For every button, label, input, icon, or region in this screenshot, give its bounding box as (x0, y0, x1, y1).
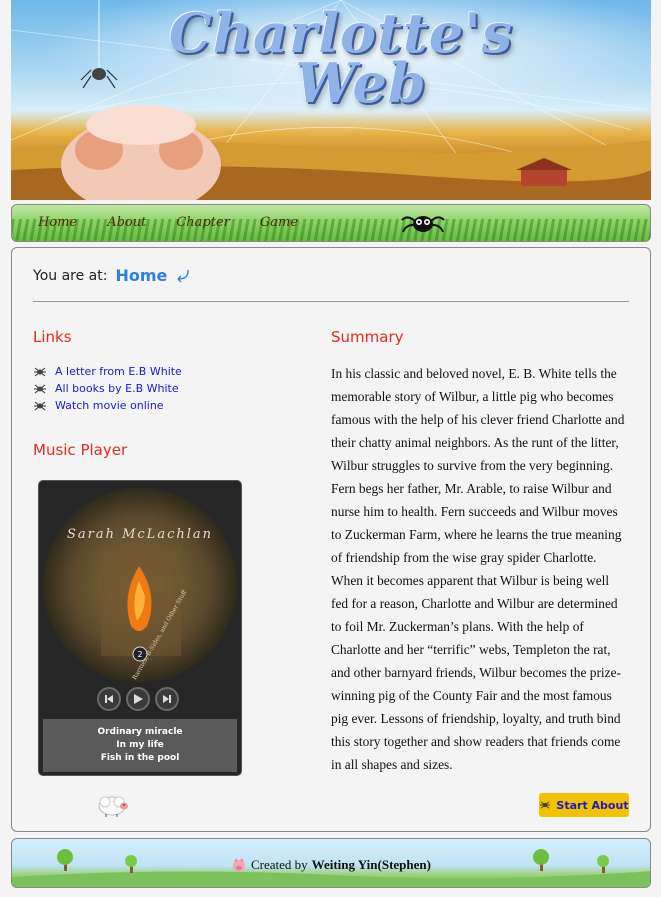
list-item: Watch movie online (33, 397, 182, 414)
album-artist-text: Sarah McLachlan (67, 527, 213, 542)
play-button[interactable] (126, 687, 150, 711)
summary-heading: Summary (331, 328, 404, 346)
logo-line-2: Web (295, 51, 427, 115)
breadcrumb-divider (33, 301, 629, 302)
return-arrow-icon (177, 269, 190, 282)
header-banner: Charlotte's Web (11, 0, 651, 200)
breadcrumb-prefix: You are at: (33, 267, 108, 284)
footer-credit: Created by Weiting Yin(Stephen) (12, 857, 650, 873)
sheep-icon (98, 796, 128, 817)
skip-forward-icon (163, 695, 171, 703)
start-about-button[interactable]: Start About (539, 793, 629, 817)
nav-link-home[interactable]: Home (38, 215, 77, 230)
spider-icon (540, 801, 551, 809)
spider-bullet-icon (34, 401, 46, 410)
list-item: A letter from E.B White (33, 363, 182, 380)
pig-icon (233, 858, 245, 872)
play-icon (134, 694, 143, 704)
summary-text: In his classic and beloved novel, E. B. … (331, 366, 625, 772)
site-logo-title: Charlotte's Web (131, 6, 551, 115)
skip-back-icon (105, 695, 113, 703)
spider-bullet-icon (34, 384, 46, 393)
playlist-track[interactable]: Fish in the pool (43, 752, 237, 765)
spider-bullet-icon (34, 367, 46, 376)
links-list: A letter from E.B White All books by E.B… (33, 363, 182, 414)
link-letter-from-eb-white[interactable]: A letter from E.B White (55, 365, 182, 378)
music-player-heading: Music Player (33, 441, 128, 459)
main-nav: Home About Chapter Game (11, 204, 651, 242)
link-watch-movie-online[interactable]: Watch movie online (55, 399, 164, 412)
footer: Created by Weiting Yin(Stephen) (11, 838, 651, 888)
playlist: Ordinary miracle In my life Fish in the … (43, 719, 237, 772)
album-cover: Sarah McLachlan 2 Rarities, B-Sides, and… (43, 488, 237, 682)
nav-items: Home About Chapter Game (38, 215, 328, 230)
breadcrumb-home-link[interactable]: Home (115, 266, 167, 285)
spider-icon (401, 216, 445, 233)
nav-link-game[interactable]: Game (260, 215, 298, 230)
content-panel: You are at: Home Links A letter from E.B… (11, 247, 651, 832)
next-button[interactable] (155, 687, 179, 711)
start-about-label: Start About (556, 798, 629, 812)
breadcrumb: You are at: Home (33, 266, 191, 285)
nav-link-about[interactable]: About (107, 215, 146, 230)
list-item: All books by E.B White (33, 380, 182, 397)
playlist-track[interactable]: In my life (43, 739, 237, 752)
nav-link-chapter[interactable]: Chapter (176, 215, 230, 230)
footer-author: Weiting Yin(Stephen) (311, 857, 431, 872)
footer-prefix: Created by (251, 857, 308, 872)
player-controls (97, 687, 179, 711)
playlist-track[interactable]: Ordinary miracle (43, 726, 237, 739)
link-all-books-eb-white[interactable]: All books by E.B White (55, 382, 179, 395)
links-heading: Links (33, 328, 72, 346)
music-player: Sarah McLachlan 2 Rarities, B-Sides, and… (38, 480, 242, 776)
previous-button[interactable] (97, 687, 121, 711)
